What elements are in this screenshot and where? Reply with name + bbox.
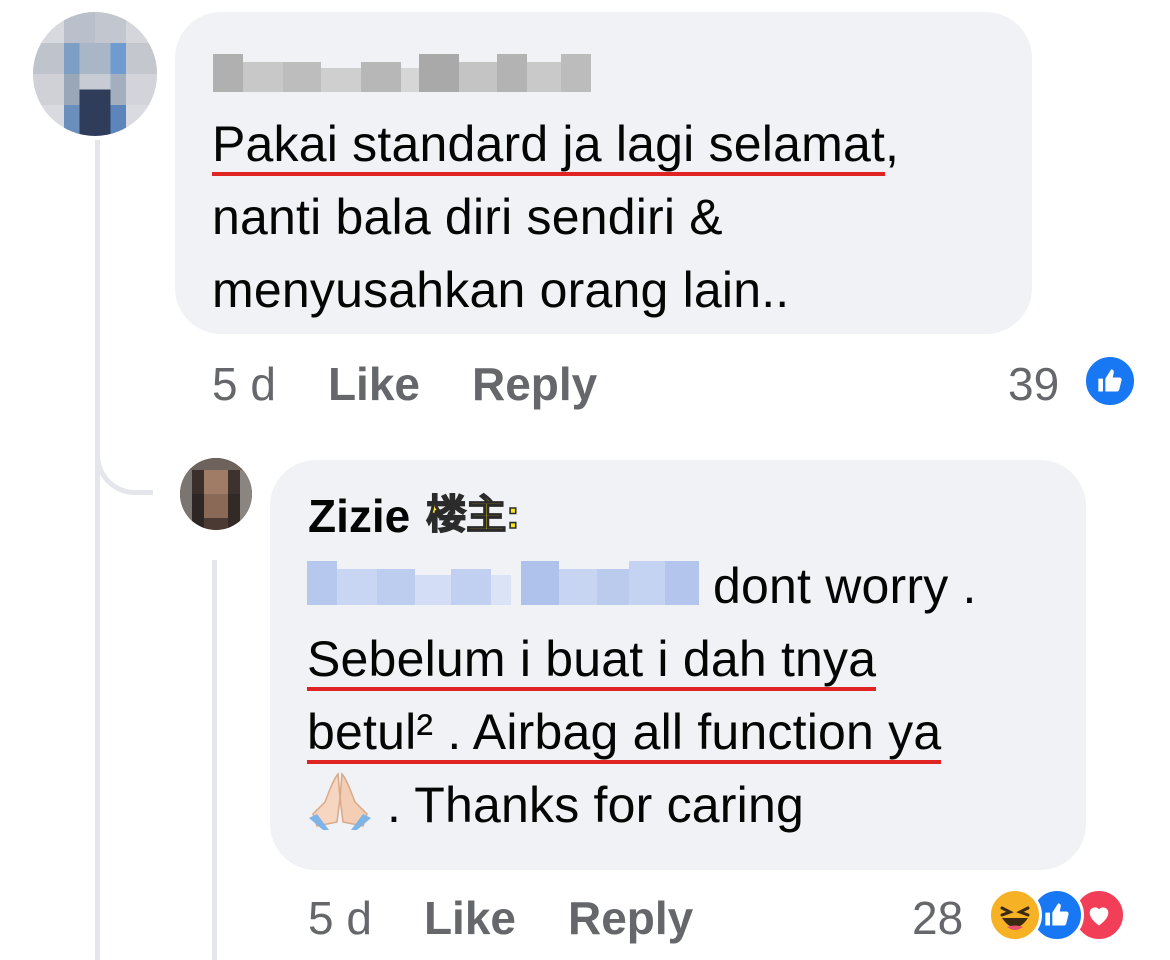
author-row: Zizie 楼主:	[308, 488, 520, 544]
underlined-text: Sebelum i buat i dah tnya	[307, 631, 877, 691]
haha-reaction-icon	[988, 888, 1042, 942]
timestamp[interactable]: 5 d	[212, 358, 276, 410]
like-reaction-icon	[1083, 354, 1137, 408]
comment-line: . Thanks for caring	[307, 769, 977, 842]
reaction-icons[interactable]	[988, 888, 1126, 942]
comment-line: nanti bala diri sendiri &	[212, 189, 723, 245]
blurred-mention-icon[interactable]	[307, 557, 699, 609]
reaction-count[interactable]: 28	[912, 890, 963, 946]
folded-hands-emoji-icon	[309, 772, 371, 830]
comment-actions: 5 d Like Reply	[308, 890, 745, 946]
comment-line: Pakai standard ja lagi selamat,	[212, 108, 899, 181]
author-name[interactable]: Zizie	[308, 490, 410, 542]
comment-line: Sebelum i buat i dah tnya	[307, 623, 977, 696]
thread-line-main	[95, 140, 100, 960]
avatar[interactable]	[180, 458, 252, 530]
reply-button[interactable]: Reply	[472, 358, 597, 410]
comment-line: menyusahkan orang lain..	[212, 262, 790, 318]
comment-text: dont worry .	[713, 558, 977, 614]
blurred-name-icon[interactable]	[213, 48, 591, 96]
comment-line: dont worry .	[307, 550, 977, 623]
comment-body: dont worry . Sebelum i buat i dah tnya b…	[307, 550, 977, 842]
thread-line-reply	[212, 560, 217, 960]
author-tag: 楼主:	[425, 492, 520, 538]
comment-text: . Thanks for caring	[387, 777, 804, 833]
underlined-text: betul² . Airbag all function ya	[307, 704, 942, 764]
comment-line: betul² . Airbag all function ya	[307, 696, 977, 769]
like-button[interactable]: Like	[328, 358, 420, 410]
comment-bubble: Pakai standard ja lagi selamat, nanti ba…	[175, 12, 1032, 334]
reaction-count[interactable]: 39	[1008, 356, 1059, 412]
reaction-icons[interactable]	[1083, 354, 1137, 408]
thread-branch-curve	[95, 440, 153, 495]
avatar[interactable]	[33, 12, 157, 136]
pixelated-avatar-icon	[33, 12, 157, 136]
comment-actions: 5 d Like Reply	[212, 356, 649, 412]
reply-button[interactable]: Reply	[568, 892, 693, 944]
pixelated-avatar-icon	[180, 458, 252, 530]
comment-bubble: Zizie 楼主: dont worry . Sebelum i buat i d…	[270, 460, 1086, 870]
timestamp[interactable]: 5 d	[308, 892, 372, 944]
underlined-text: Pakai standard ja lagi selamat	[212, 116, 886, 176]
comment-body: Pakai standard ja lagi selamat, nanti ba…	[212, 108, 899, 327]
comma-text: ,	[885, 116, 900, 172]
like-button[interactable]: Like	[424, 892, 516, 944]
